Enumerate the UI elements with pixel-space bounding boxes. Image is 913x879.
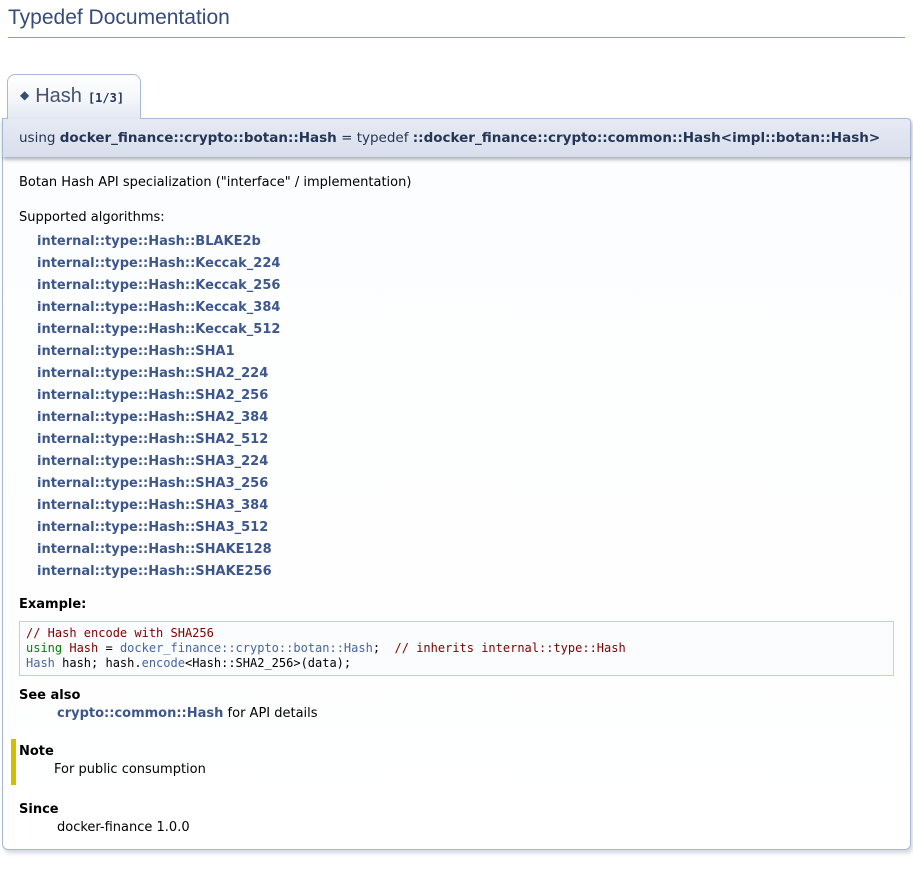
algorithm-link[interactable]: internal::type::Hash::SHA3_512 <box>37 520 268 535</box>
algorithm-row: internal::type::Hash::BLAKE2b <box>37 231 894 253</box>
code-line: Hash hash; hash.encode<Hash::SHA2_256>(d… <box>26 656 887 671</box>
member-overload-index: [1/3] <box>88 91 124 105</box>
algorithm-link[interactable]: internal::type::Hash::Keccak_512 <box>37 322 280 337</box>
algorithm-row: internal::type::Hash::Keccak_512 <box>37 319 894 341</box>
see-also-label: See also <box>19 688 894 703</box>
see-also-suffix: for API details <box>223 706 317 721</box>
algorithm-row: internal::type::Hash::Keccak_224 <box>37 253 894 275</box>
code-token-comment: // Hash encode with SHA256 <box>26 626 214 640</box>
algorithm-link[interactable]: internal::type::Hash::Keccak_256 <box>37 278 280 293</box>
see-also-section: See also crypto::common::Hash for API de… <box>19 688 894 721</box>
algorithm-row: internal::type::Hash::Keccak_384 <box>37 297 894 319</box>
see-also-link[interactable]: crypto::common::Hash <box>57 706 223 721</box>
algorithms-list: internal::type::Hash::BLAKE2binternal::t… <box>37 231 894 583</box>
algorithm-row: internal::type::Hash::SHA2_224 <box>37 363 894 385</box>
algorithm-row: internal::type::Hash::SHA2_384 <box>37 407 894 429</box>
note-label: Note <box>19 744 894 759</box>
algorithm-link[interactable]: internal::type::Hash::BLAKE2b <box>37 234 261 249</box>
code-token-plain: <Hash::SHA2_256>(data); <box>185 656 351 670</box>
code-token-typeref: Hash <box>69 641 98 655</box>
algorithm-row: internal::type::Hash::SHA2_512 <box>37 429 894 451</box>
algorithm-link[interactable]: internal::type::Hash::SHA2_224 <box>37 366 268 381</box>
algorithm-link[interactable]: internal::type::Hash::SHAKE256 <box>37 564 272 579</box>
algorithm-link[interactable]: internal::type::Hash::SHA2_256 <box>37 388 268 403</box>
page-title: Typedef Documentation <box>8 6 905 38</box>
anchor-diamond-icon[interactable]: ◆ <box>20 88 29 102</box>
code-token-plain: hash; hash. <box>55 656 142 670</box>
algorithm-link[interactable]: internal::type::Hash::SHA3_384 <box>37 498 268 513</box>
algorithm-row: internal::type::Hash::SHA3_256 <box>37 473 894 495</box>
member-documentation: Botan Hash API specialization ("interfac… <box>2 157 911 850</box>
typedef-member-section: ◆Hash[1/3] using docker_finance::crypto:… <box>2 74 911 850</box>
member-name: Hash <box>35 85 82 107</box>
code-token-plain: = <box>98 641 120 655</box>
algorithm-row: internal::type::Hash::SHA3_384 <box>37 495 894 517</box>
algorithm-link[interactable]: internal::type::Hash::Keccak_384 <box>37 300 280 315</box>
algorithm-link[interactable]: internal::type::Hash::SHA3_224 <box>37 454 268 469</box>
decl-target-type: ::docker_finance::crypto::common::Hash<i… <box>413 130 880 146</box>
algorithm-row: internal::type::Hash::SHAKE128 <box>37 539 894 561</box>
algorithm-link[interactable]: internal::type::Hash::SHA2_512 <box>37 432 268 447</box>
algorithm-row: internal::type::Hash::SHA1 <box>37 341 894 363</box>
see-also-content: crypto::common::Hash for API details <box>57 706 894 721</box>
code-ref-link[interactable]: Hash <box>26 656 55 670</box>
algorithm-link[interactable]: internal::type::Hash::SHAKE128 <box>37 542 272 557</box>
algorithm-row: internal::type::Hash::SHA3_512 <box>37 517 894 539</box>
code-block: // Hash encode with SHA256using Hash = d… <box>19 621 894 676</box>
member-declaration: using docker_finance::crypto::botan::Has… <box>2 118 911 157</box>
code-token-keyword: using <box>26 641 62 655</box>
note-section: Note For public consumption <box>11 739 894 785</box>
since-text: docker-finance 1.0.0 <box>57 820 894 835</box>
code-token-plain: ; <box>373 641 395 655</box>
decl-equals-typedef: = typedef <box>337 130 413 146</box>
code-ref-link[interactable]: encode <box>142 656 185 670</box>
algorithm-link[interactable]: internal::type::Hash::SHA3_256 <box>37 476 268 491</box>
example-section: Example: <box>19 597 894 612</box>
member-description: Botan Hash API specialization ("interfac… <box>19 175 894 190</box>
since-section: Since docker-finance 1.0.0 <box>19 802 894 835</box>
example-label: Example: <box>19 597 894 612</box>
member-tab: ◆ Hash [1/3] <box>7 74 141 119</box>
supported-algorithms-label: Supported algorithms: <box>19 210 894 225</box>
since-label: Since <box>19 802 894 817</box>
code-line: // Hash encode with SHA256 <box>26 626 887 641</box>
algorithm-row: internal::type::Hash::SHA2_256 <box>37 385 894 407</box>
note-text: For public consumption <box>54 762 894 777</box>
code-token-comment: // inherits internal::type::Hash <box>395 641 626 655</box>
decl-typedef-name: docker_finance::crypto::botan::Hash <box>60 130 337 146</box>
algorithm-link[interactable]: internal::type::Hash::SHA1 <box>37 344 235 359</box>
algorithm-row: internal::type::Hash::SHAKE256 <box>37 561 894 583</box>
algorithm-row: internal::type::Hash::Keccak_256 <box>37 275 894 297</box>
code-ref-link[interactable]: docker_finance::crypto::botan::Hash <box>120 641 373 655</box>
algorithm-row: internal::type::Hash::SHA3_224 <box>37 451 894 473</box>
algorithm-link[interactable]: internal::type::Hash::Keccak_224 <box>37 256 280 271</box>
code-line: using Hash = docker_finance::crypto::bot… <box>26 641 887 656</box>
algorithm-link[interactable]: internal::type::Hash::SHA2_384 <box>37 410 268 425</box>
decl-using-keyword: using <box>19 130 60 146</box>
